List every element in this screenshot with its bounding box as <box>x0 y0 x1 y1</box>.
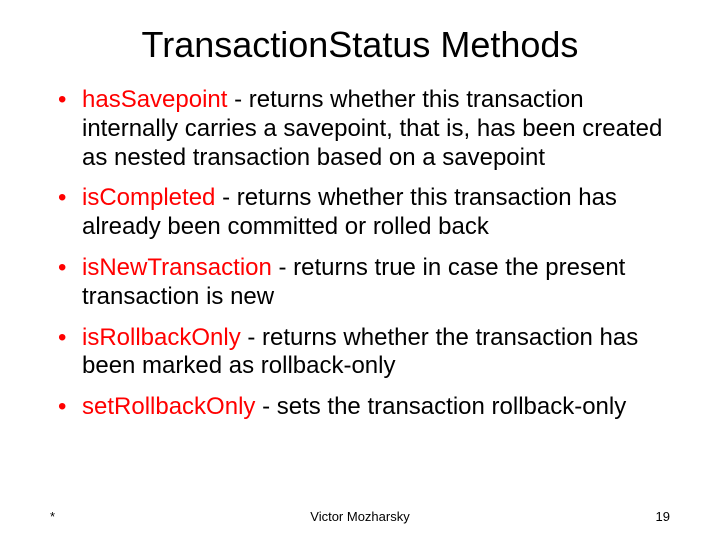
list-item: hasSavepoint - returns whether this tran… <box>58 86 680 172</box>
slide-title: TransactionStatus Methods <box>0 0 720 76</box>
footer-left: * <box>50 509 55 524</box>
bullet-list: hasSavepoint - returns whether this tran… <box>58 86 680 422</box>
method-name: isCompleted <box>82 184 215 211</box>
method-description: - sets the transaction rollback-only <box>255 393 626 420</box>
footer-page-number: 19 <box>656 509 670 524</box>
slide-body: hasSavepoint - returns whether this tran… <box>0 76 720 422</box>
slide-footer: * Victor Mozharsky 19 <box>0 509 720 524</box>
list-item: setRollbackOnly - sets the transaction r… <box>58 393 680 422</box>
method-name: setRollbackOnly <box>82 393 255 420</box>
footer-center: Victor Mozharsky <box>0 509 720 524</box>
method-name: isRollbackOnly <box>82 324 241 351</box>
list-item: isCompleted - returns whether this trans… <box>58 184 680 242</box>
method-name: hasSavepoint <box>82 86 227 113</box>
method-name: isNewTransaction <box>82 254 272 281</box>
list-item: isRollbackOnly - returns whether the tra… <box>58 324 680 382</box>
slide: TransactionStatus Methods hasSavepoint -… <box>0 0 720 540</box>
list-item: isNewTransaction - returns true in case … <box>58 254 680 312</box>
